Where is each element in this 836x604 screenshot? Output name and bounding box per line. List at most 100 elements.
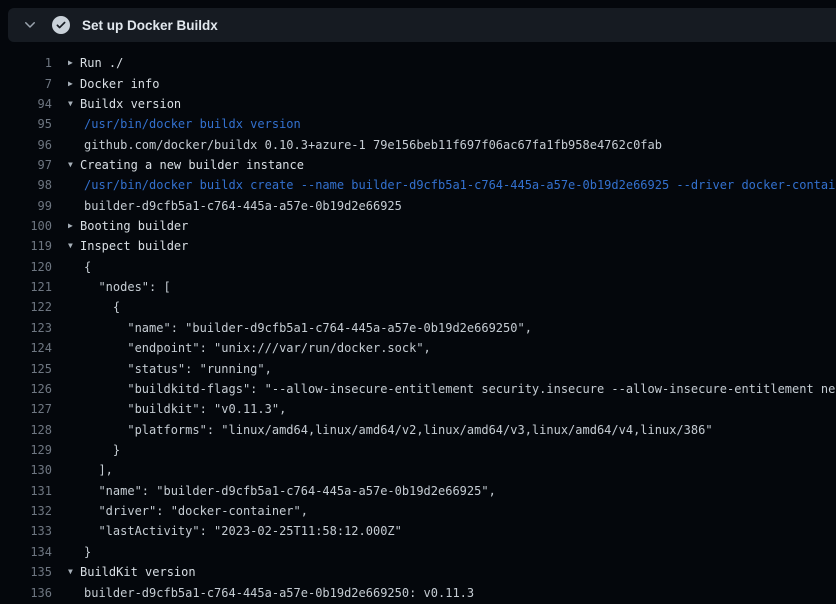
log-line-row: 122 { — [0, 297, 836, 317]
output-text: { — [84, 300, 120, 314]
log-line-body: ▼BuildKit version — [52, 565, 196, 579]
log-line-body: "name": "builder-d9cfb5a1-c764-445a-a57e… — [52, 484, 496, 498]
log-line-body: builder-d9cfb5a1-c764-445a-a57e-0b19d2e6… — [52, 199, 402, 213]
log-group-row[interactable]: 1▶Run ./ — [0, 53, 836, 73]
output-text: "buildkitd-flags": "--allow-insecure-ent… — [84, 382, 836, 396]
line-number-link[interactable]: 129 — [0, 443, 52, 457]
line-number-link[interactable]: 124 — [0, 341, 52, 355]
log-line-body: { — [52, 300, 120, 314]
line-number-link[interactable]: 98 — [0, 178, 52, 192]
log-line-row: 99 builder-d9cfb5a1-c764-445a-a57e-0b19d2… — [0, 196, 836, 216]
triangle-right-icon[interactable]: ▶ — [68, 222, 80, 230]
output-text: builder-d9cfb5a1-c764-445a-a57e-0b19d2e6… — [84, 586, 474, 600]
log-line-body: } — [52, 443, 120, 457]
line-number-link[interactable]: 97 — [0, 158, 52, 172]
log-line-row: 127 "buildkit": "v0.11.3", — [0, 399, 836, 419]
log-line-row: 130 ], — [0, 460, 836, 480]
log-line-body: "buildkitd-flags": "--allow-insecure-ent… — [52, 382, 836, 396]
log-line-body: "nodes": [ — [52, 280, 171, 294]
line-number-link[interactable]: 127 — [0, 402, 52, 416]
line-number-link[interactable]: 125 — [0, 362, 52, 376]
log-line-body: "endpoint": "unix:///var/run/docker.sock… — [52, 341, 431, 355]
line-number-link[interactable]: 126 — [0, 382, 52, 396]
line-number-link[interactable]: 131 — [0, 484, 52, 498]
triangle-down-icon[interactable]: ▼ — [68, 242, 80, 250]
line-number-link[interactable]: 1 — [0, 56, 52, 70]
log-line-row: 124 "endpoint": "unix:///var/run/docker.… — [0, 338, 836, 358]
step-header[interactable]: Set up Docker Buildx — [8, 8, 836, 42]
line-number-link[interactable]: 100 — [0, 219, 52, 233]
log-group-row[interactable]: 97 ▼Creating a new builder instance — [0, 155, 836, 175]
group-title: Buildx version — [80, 97, 181, 111]
log-line-row: 134} — [0, 542, 836, 562]
output-text: "name": "builder-d9cfb5a1-c764-445a-a57e… — [84, 321, 532, 335]
line-number-link[interactable]: 133 — [0, 524, 52, 538]
log-line-body: /usr/bin/docker buildx version — [52, 117, 301, 131]
output-text: } — [84, 443, 120, 457]
output-text: "status": "running", — [84, 362, 272, 376]
log-line-body: ▶Run ./ — [52, 56, 123, 70]
line-number-link[interactable]: 132 — [0, 504, 52, 518]
log-line-body: "buildkit": "v0.11.3", — [52, 402, 286, 416]
output-text: { — [84, 260, 91, 274]
log-line-body: "name": "builder-d9cfb5a1-c764-445a-a57e… — [52, 321, 532, 335]
line-number-link[interactable]: 128 — [0, 423, 52, 437]
group-title: Creating a new builder instance — [80, 158, 304, 172]
log-line-row: 126 "buildkitd-flags": "--allow-insecure… — [0, 379, 836, 399]
line-number-link[interactable]: 135 — [0, 565, 52, 579]
log-line-body: "lastActivity": "2023-02-25T11:58:12.000… — [52, 524, 402, 538]
line-number-link[interactable]: 96 — [0, 138, 52, 152]
line-number-link[interactable]: 134 — [0, 545, 52, 559]
log-line-body: "platforms": "linux/amd64,linux/amd64/v2… — [52, 423, 713, 437]
log-group-row[interactable]: 7▶Docker info — [0, 73, 836, 93]
output-text: "nodes": [ — [84, 280, 171, 294]
group-title: Booting builder — [80, 219, 188, 233]
log-group-row[interactable]: 100 ▶Booting builder — [0, 216, 836, 236]
command-text: /usr/bin/docker buildx create --name bui… — [84, 178, 836, 192]
line-number-link[interactable]: 120 — [0, 260, 52, 274]
log-line-row: 125 "status": "running", — [0, 358, 836, 378]
log-line-body: ▶Docker info — [52, 77, 159, 91]
chevron-down-icon[interactable] — [22, 17, 38, 33]
output-text: ], — [84, 463, 113, 477]
triangle-right-icon[interactable]: ▶ — [68, 80, 80, 88]
log-line-row: 131 "name": "builder-d9cfb5a1-c764-445a-… — [0, 481, 836, 501]
log-line-body: { — [52, 260, 91, 274]
group-title: Docker info — [80, 77, 159, 91]
log-line-body: builder-d9cfb5a1-c764-445a-a57e-0b19d2e6… — [52, 586, 474, 600]
line-number-link[interactable]: 119 — [0, 239, 52, 253]
log-group-row[interactable]: 94 ▼Buildx version — [0, 94, 836, 114]
output-text: "lastActivity": "2023-02-25T11:58:12.000… — [84, 524, 402, 538]
line-number-link[interactable]: 95 — [0, 117, 52, 131]
check-circle-icon — [52, 16, 70, 34]
output-text: github.com/docker/buildx 0.10.3+azure-1 … — [84, 138, 662, 152]
group-title: Run ./ — [80, 56, 123, 70]
line-number-link[interactable]: 122 — [0, 300, 52, 314]
line-number-link[interactable]: 99 — [0, 199, 52, 213]
triangle-down-icon[interactable]: ▼ — [68, 568, 80, 576]
log-group-row[interactable]: 135▼BuildKit version — [0, 562, 836, 582]
triangle-down-icon[interactable]: ▼ — [68, 161, 80, 169]
line-number-link[interactable]: 123 — [0, 321, 52, 335]
log-line-row: 121 "nodes": [ — [0, 277, 836, 297]
line-number-link[interactable]: 94 — [0, 97, 52, 111]
output-text: "platforms": "linux/amd64,linux/amd64/v2… — [84, 423, 713, 437]
step-title: Set up Docker Buildx — [82, 18, 218, 33]
line-number-link[interactable]: 130 — [0, 463, 52, 477]
log-group-row[interactable]: 119▼Inspect builder — [0, 236, 836, 256]
log-line-row: 98/usr/bin/docker buildx create --name b… — [0, 175, 836, 195]
log-line-body: "driver": "docker-container", — [52, 504, 308, 518]
log-line-row: 129 } — [0, 440, 836, 460]
triangle-right-icon[interactable]: ▶ — [68, 59, 80, 67]
group-title: Inspect builder — [80, 239, 188, 253]
output-text: "buildkit": "v0.11.3", — [84, 402, 286, 416]
line-number-link[interactable]: 7 — [0, 77, 52, 91]
triangle-down-icon[interactable]: ▼ — [68, 100, 80, 108]
log-line-row: 136 builder-d9cfb5a1-c764-445a-a57e-0b19d… — [0, 582, 836, 602]
log-line-body: ▼Inspect builder — [52, 239, 188, 253]
log-line-row: 96 github.com/docker/buildx 0.10.3+azure-… — [0, 134, 836, 154]
line-number-link[interactable]: 121 — [0, 280, 52, 294]
log-viewer: 1▶Run ./7▶Docker info94▼Buildx version95… — [0, 53, 836, 604]
output-text: builder-d9cfb5a1-c764-445a-a57e-0b19d2e6… — [84, 199, 402, 213]
line-number-link[interactable]: 136 — [0, 586, 52, 600]
